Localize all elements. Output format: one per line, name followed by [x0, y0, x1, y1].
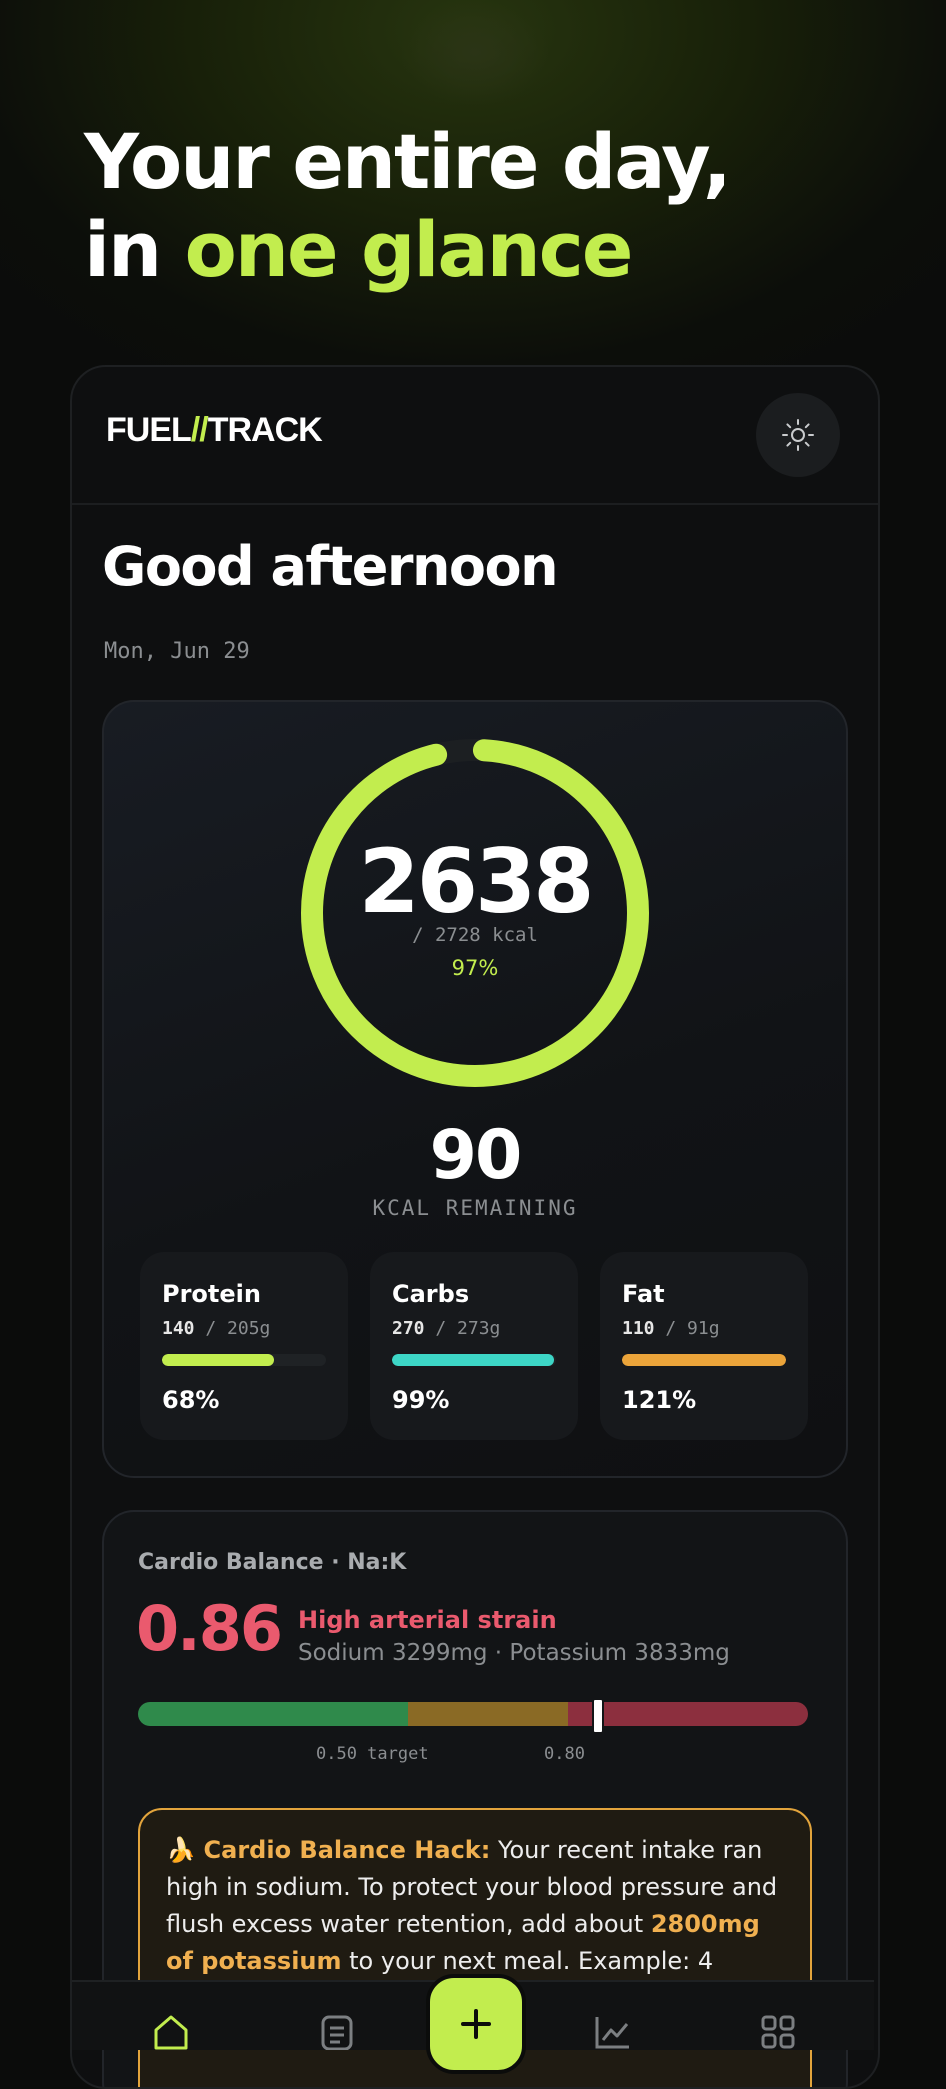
calories-percent: 97% — [451, 956, 499, 980]
macro-current: 270 — [392, 1318, 425, 1339]
macro-current: 110 — [622, 1318, 655, 1339]
banana-icon: 🍌 — [166, 1836, 196, 1864]
macro-amount: 140 / 205g — [162, 1318, 270, 1339]
log-icon[interactable] — [320, 2014, 354, 2050]
macro-percent: 121% — [622, 1386, 697, 1414]
scale-zone-warn — [408, 1702, 568, 1726]
scale-zone-good — [138, 1702, 408, 1726]
hero-headline: Your entire day, in one glance — [84, 117, 732, 294]
scale-target-tick: 0.50 target — [316, 1744, 429, 1764]
macro-name: Fat — [622, 1280, 665, 1308]
scale-zone-bad — [568, 1702, 808, 1726]
sun-icon — [782, 419, 814, 451]
cardio-title: Cardio Balance · Na:K — [138, 1550, 407, 1575]
current-date: Mon, Jun 29 — [104, 639, 250, 664]
macro-goal: / 273g — [424, 1318, 501, 1339]
hero-line-1: Your entire day, — [84, 117, 732, 206]
add-entry-button[interactable] — [426, 1974, 526, 2074]
logo-slash: // — [190, 411, 209, 449]
calories-remaining-label: KCAL REMAINING — [372, 1196, 578, 1220]
calories-remaining: 90 — [429, 1116, 523, 1195]
macro-progress-track — [622, 1354, 786, 1366]
macro-progress-track — [392, 1354, 556, 1366]
macro-name: Carbs — [392, 1280, 470, 1308]
ratio-scale-bar — [138, 1702, 808, 1726]
macro-percent: 68% — [162, 1386, 220, 1414]
app-header: FUEL//TRACK — [72, 367, 878, 505]
macro-progress-track — [162, 1354, 326, 1366]
macro-card-carbs[interactable]: Carbs 270 / 273g 99% — [370, 1252, 578, 1440]
hero-line-2-prefix: in — [84, 205, 185, 294]
home-icon[interactable] — [152, 2014, 190, 2050]
strain-status: High arterial strain — [298, 1606, 557, 1634]
add-icon — [461, 2009, 491, 2039]
macro-name: Protein — [162, 1280, 261, 1308]
ratio-scale-marker — [592, 1698, 604, 1734]
app-screen: FUEL//TRACK Good afternoon Mon, Jun 29 2… — [70, 365, 880, 2089]
calories-target: / 2728 kcal — [412, 924, 538, 946]
macro-card-protein[interactable]: Protein 140 / 205g 68% — [140, 1252, 348, 1440]
scale-high-tick: 0.80 — [544, 1744, 585, 1764]
mineral-totals: Sodium 3299mg · Potassium 3833mg — [298, 1640, 730, 1666]
macro-goal: / 205g — [194, 1318, 271, 1339]
greeting-heading: Good afternoon — [102, 535, 559, 598]
hero-line-2-accent: one glance — [184, 205, 634, 294]
hack-title: Cardio Balance Hack: — [203, 1836, 491, 1864]
logo-text-right: TRACK — [207, 411, 323, 449]
macro-progress-fill — [392, 1354, 555, 1366]
macro-amount: 270 / 273g — [392, 1318, 500, 1339]
macro-goal: / 91g — [654, 1318, 720, 1339]
camera-notch-shadow — [400, 0, 550, 105]
macro-progress-fill — [162, 1354, 274, 1366]
macro-amount: 110 / 91g — [622, 1318, 720, 1339]
na-k-ratio: 0.86 — [136, 1592, 283, 1665]
logo-text-left: FUEL — [106, 411, 192, 449]
app-logo: FUEL//TRACK — [106, 411, 323, 450]
macro-card-fat[interactable]: Fat 110 / 91g 121% — [600, 1252, 808, 1440]
calorie-summary-card[interactable]: 2638 / 2728 kcal 97% 90 KCAL REMAINING P… — [102, 700, 848, 1478]
hack-body-2: to your next meal. — [341, 1947, 571, 1975]
macro-current: 140 — [162, 1318, 195, 1339]
grid-icon[interactable] — [760, 2014, 796, 2050]
trends-icon[interactable] — [594, 2014, 632, 2050]
calories-consumed: 2638 — [358, 830, 595, 933]
theme-toggle-button[interactable] — [756, 393, 840, 477]
macro-progress-fill — [622, 1354, 786, 1366]
macro-percent: 99% — [392, 1386, 450, 1414]
